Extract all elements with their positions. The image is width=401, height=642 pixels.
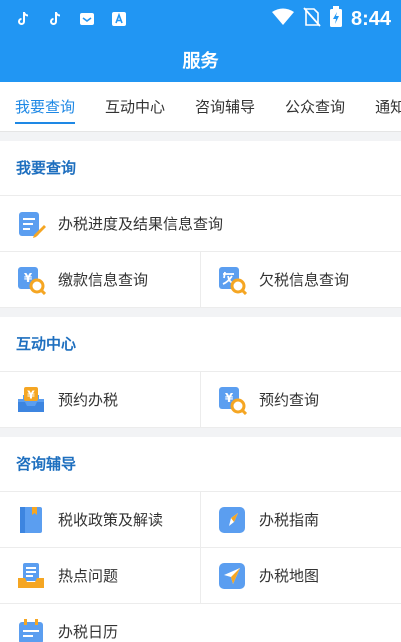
item-payment-query[interactable]: ¥ 缴款信息查询	[0, 252, 200, 307]
item-tax-owed-query[interactable]: 欠税信息查询	[200, 252, 401, 307]
compass-icon	[219, 506, 245, 533]
item-label: 办税日历	[58, 623, 119, 641]
item-label: 办税地图	[259, 567, 320, 585]
item-tax-map[interactable]: 办税地图	[200, 548, 401, 603]
inbox-list-icon	[18, 562, 44, 588]
yuan-search-icon: ¥	[18, 266, 46, 295]
tab-interaction-center[interactable]: 互动中心	[90, 82, 180, 131]
yuan-tray-icon: ¥	[18, 386, 44, 412]
yuan-search-icon: ¥	[219, 386, 247, 415]
tab-my-query[interactable]: 我要查询	[0, 82, 90, 131]
section-my-query: 我要查询 办税进度及结果信息查询 ¥ 缴款信息查询 欠税信息查询	[0, 141, 401, 308]
item-tax-guide[interactable]: 办税指南	[200, 492, 401, 547]
battery-charging-icon	[329, 6, 343, 32]
item-hot-questions[interactable]: 热点问题	[0, 548, 200, 603]
page-title: 服务	[182, 51, 219, 72]
item-appointment-query[interactable]: ¥ 预约查询	[200, 372, 401, 427]
navigation-arrow-icon	[219, 562, 245, 589]
app-header: 服务	[0, 38, 401, 82]
tab-notice[interactable]: 通知	[360, 82, 401, 131]
tiktok-icon	[14, 10, 32, 28]
mail-box-icon	[78, 10, 96, 28]
section-title: 互动中心	[0, 317, 401, 372]
wifi-icon	[271, 8, 295, 30]
item-tax-progress-query[interactable]: 办税进度及结果信息查询	[0, 196, 401, 251]
owe-search-icon	[219, 266, 247, 295]
item-label: 缴款信息查询	[58, 271, 149, 289]
item-label: 欠税信息查询	[259, 271, 350, 289]
calendar-icon	[19, 618, 43, 642]
item-label: 办税进度及结果信息查询	[58, 215, 224, 233]
item-label: 预约查询	[259, 391, 320, 409]
font-a-icon	[110, 10, 128, 28]
item-label: 预约办税	[58, 391, 119, 409]
section-interaction-center: 互动中心 ¥ 预约办税 ¥ 预约查询	[0, 317, 401, 428]
section-title: 咨询辅导	[0, 437, 401, 492]
item-label: 税收政策及解读	[58, 511, 164, 529]
section-title: 我要查询	[0, 141, 401, 196]
tiktok-icon	[46, 10, 64, 28]
item-label: 热点问题	[58, 567, 119, 585]
status-bar: 8:44	[0, 0, 401, 38]
tab-consulting[interactable]: 咨询辅导	[180, 82, 270, 131]
item-appointment-tax[interactable]: ¥ 预约办税	[0, 372, 200, 427]
svg-text:¥: ¥	[27, 388, 35, 401]
item-tax-calendar[interactable]: 办税日历	[0, 604, 401, 642]
section-consulting: 咨询辅导 税收政策及解读 办税指南 热点问题 办税地图 办税日历	[0, 437, 401, 642]
tab-public-query[interactable]: 公众查询	[270, 82, 360, 131]
item-tax-policy[interactable]: 税收政策及解读	[0, 492, 200, 547]
tab-bar: 我要查询 互动中心 咨询辅导 公众查询 通知	[0, 82, 401, 132]
no-sim-icon	[303, 7, 321, 31]
book-icon	[20, 506, 42, 533]
item-label: 办税指南	[259, 511, 320, 529]
document-edit-icon	[19, 211, 46, 238]
status-time: 8:44	[350, 7, 391, 30]
